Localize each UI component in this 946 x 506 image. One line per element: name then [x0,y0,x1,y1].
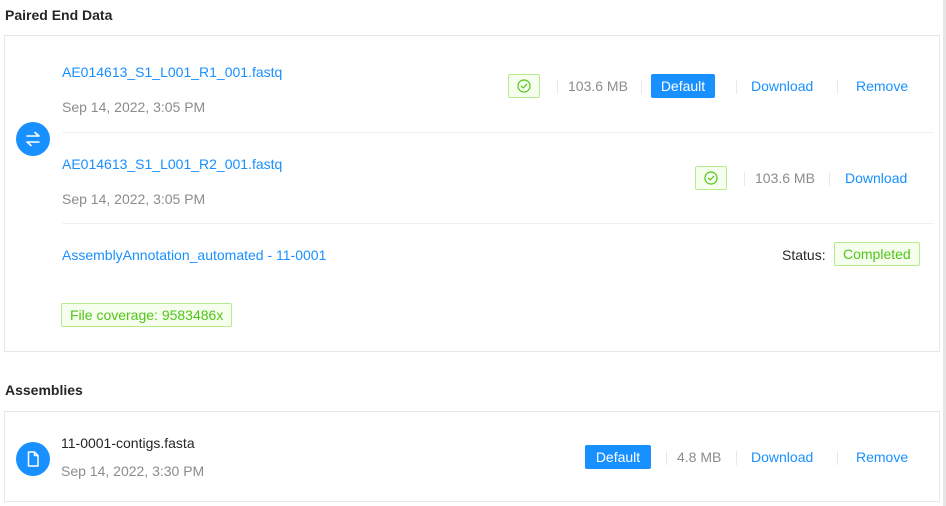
divider [829,172,830,186]
verified-check-icon [508,74,540,98]
file-size: 4.8 MB [677,449,722,465]
remove-button[interactable]: Remove [856,449,908,465]
divider [736,80,737,94]
download-button[interactable]: Download [751,78,813,94]
download-button[interactable]: Download [845,170,907,186]
remove-button[interactable]: Remove [856,78,908,94]
file-coverage-badge: File coverage: 9583486x [61,303,233,327]
assembly-file-name: 11-0001-contigs.fasta [61,435,195,451]
divider [557,80,558,94]
default-button[interactable]: Default [585,445,651,469]
divider [744,172,745,186]
file-icon [16,442,50,476]
file-date: Sep 14, 2022, 3:30 PM [61,463,205,479]
file-date: Sep 14, 2022, 3:05 PM [62,99,206,115]
divider [837,451,838,465]
divider [837,80,838,94]
divider [736,451,737,465]
divider [666,451,667,465]
paired-end-data-title: Paired End Data [5,7,113,23]
analysis-link[interactable]: AssemblyAnnotation_automated - 11-0001 [62,247,326,263]
divider [641,80,642,94]
file-date: Sep 14, 2022, 3:05 PM [62,191,206,207]
verified-check-icon [695,166,727,190]
file-name-link[interactable]: AE014613_S1_L001_R2_001.fastq [62,156,282,172]
status-badge: Completed [834,242,920,266]
file-name-link[interactable]: AE014613_S1_L001_R1_001.fastq [62,64,282,80]
status-label: Status: [782,247,826,263]
paired-end-data-card: AE014613_S1_L001_R1_001.fastq Sep 14, 20… [4,35,940,352]
default-button[interactable]: Default [651,74,715,98]
file-size: 103.6 MB [755,170,815,186]
file-size: 103.6 MB [568,78,628,94]
assemblies-title: Assemblies [5,382,83,398]
row-divider [62,132,934,133]
download-button[interactable]: Download [751,449,813,465]
assemblies-card: 11-0001-contigs.fasta Sep 14, 2022, 3:30… [4,411,940,502]
row-divider [62,223,934,224]
swap-arrows-icon [16,122,50,156]
